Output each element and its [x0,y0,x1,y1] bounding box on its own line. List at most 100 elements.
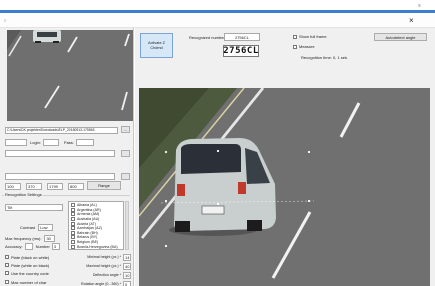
max-height-row: Maximal height (px.) * 40 [70,262,131,270]
accent-bar [0,10,435,13]
max-height-input[interactable]: 40 [123,262,131,270]
country-checkbox[interactable] [71,212,75,217]
country-checkbox[interactable] [71,221,75,226]
option-row[interactable]: Max number of char [5,278,47,286]
source-input[interactable] [5,149,115,157]
range-button[interactable]: Range [87,181,121,190]
option-row[interactable]: Use the country code [5,269,49,277]
option-checkbox[interactable] [5,255,9,259]
extra-row [5,172,115,180]
frequency-label: Max frequency (ms): [5,235,42,241]
pass-label: Pass: [63,139,74,145]
measure-option[interactable]: Measure [293,44,315,49]
country-checkbox[interactable] [71,226,75,231]
option-checkbox[interactable] [5,280,9,284]
show-full-frame-checkbox[interactable] [293,34,297,39]
country-checkbox[interactable] [71,207,75,212]
app-icon: ≡ [4,18,7,23]
settings-panel: C:\Users\DK projekter\Downloads\ELP_2018… [0,28,134,286]
min-height-label: Minimal height (px.) * [87,255,121,259]
menu-icon[interactable]: ≡ [418,3,421,9]
measure-checkbox[interactable] [293,44,297,49]
country-checkbox[interactable] [71,244,75,249]
country-checkbox[interactable] [71,203,75,208]
url-input[interactable] [5,138,27,146]
autodetect-angle-button[interactable]: Autodetect angle [374,33,427,41]
activate-sublabel: Chdmd [150,45,163,50]
extra-browse-button[interactable] [121,173,130,180]
crop-y-input[interactable]: 370 [26,182,42,190]
contrast-select[interactable]: Low [38,223,54,231]
country-list[interactable]: Albania (AL) Argentina (AR) Armenia (AM)… [68,201,124,250]
login-input[interactable] [42,138,59,146]
login-row: Login: Pass: [5,138,94,146]
path-input[interactable]: C:\Users\DK projekter\Downloads\ELP_2018… [5,126,118,134]
accuracy-input[interactable] [24,242,33,250]
deflection-label: Deflection angle * [92,273,121,277]
number-label: Number [35,243,50,249]
show-full-frame-label: Show full frame [299,34,327,39]
login-label: Login: [30,139,41,145]
option-label: Use the country code [11,270,49,276]
option-label: Max number of char [11,279,47,285]
thumbnail-preview[interactable] [7,30,133,121]
crop-x-input[interactable]: 100 [5,182,21,190]
tilt-select[interactable]: Tilt [5,203,63,211]
activate-button[interactable]: Activate Z Chdmd [140,33,173,58]
rotation-label: Rotation angle (0...360) * [81,282,121,286]
option-row[interactable]: Plate (black on white) [5,253,49,261]
rotation-row: Rotation angle (0...360) * 0 [70,280,131,286]
recognition-panel: Activate Z Chdmd Recognized number: 2756… [135,28,435,286]
recognition-time: Recognition time: 0, 1 sek. [301,55,349,60]
recognized-input[interactable]: 2756CL [224,33,260,41]
option-label: Plate (white on black) [11,262,50,268]
min-height-input[interactable]: 14 [123,253,131,261]
top-strip: ≡ [0,0,435,14]
camera-frame-svg [139,88,430,286]
browse-button[interactable]: ... [121,126,130,133]
frequency-row: Max frequency (ms): 30 [5,234,56,242]
measure-label: Measure [299,44,315,49]
crop-h-input[interactable]: 800 [68,182,84,190]
plate-image: 2756CL [223,45,259,57]
country-checkbox[interactable] [71,240,75,245]
contrast-label: Contrast [20,224,36,230]
contrast-row: Contrast Low [20,223,54,231]
rotation-input[interactable]: 0 [123,280,131,286]
option-label: Plate (black on white) [11,254,50,260]
max-height-label: Maximal height (px.) * [86,264,121,268]
option-checkbox[interactable] [5,263,9,267]
thumbnail-road-svg [7,30,133,121]
camera-view[interactable] [139,88,430,286]
range-button-label: Range [98,183,110,188]
extra-input[interactable] [5,172,115,180]
min-height-row: Minimal height (px.) * 14 [70,253,131,261]
tilt-row: Tilt [5,203,63,211]
deflection-row: Deflection angle * 10 [70,271,131,279]
show-full-frame-option[interactable]: Show full frame [293,34,327,39]
number-input[interactable]: 3 [51,242,60,250]
crop-row: 100 370 1799 800 [5,182,84,190]
section-title: Recognition Settings [4,192,43,197]
crop-w-input[interactable]: 1799 [47,182,63,190]
list-item[interactable]: Bosnia-Herzegovina (BA) [71,244,121,249]
path-row: C:\Users\DK projekter\Downloads\ELP_2018… [5,126,125,134]
country-checkbox[interactable] [71,230,75,235]
window-titlebar: ≡ × [0,14,435,28]
source-browse-button[interactable] [121,150,130,157]
option-checkbox[interactable] [5,271,9,275]
pass-input[interactable] [75,138,94,146]
accuracy-row: Accuracy: Number 3 [5,242,60,250]
close-icon[interactable]: × [409,16,414,25]
country-checkbox[interactable] [71,217,75,222]
recognized-label: Recognized number: [189,35,226,40]
autodetect-angle-label: Autodetect angle [385,34,416,40]
country-list-scrollbar[interactable] [125,201,129,250]
option-row[interactable]: Plate (white on black) [5,261,49,269]
deflection-input[interactable]: 10 [123,271,131,279]
ellipsis-icon: ... [123,127,128,132]
frequency-input[interactable]: 30 [44,234,56,242]
source-row [5,149,115,157]
country-checkbox[interactable] [71,235,75,240]
accuracy-label: Accuracy: [5,243,23,249]
